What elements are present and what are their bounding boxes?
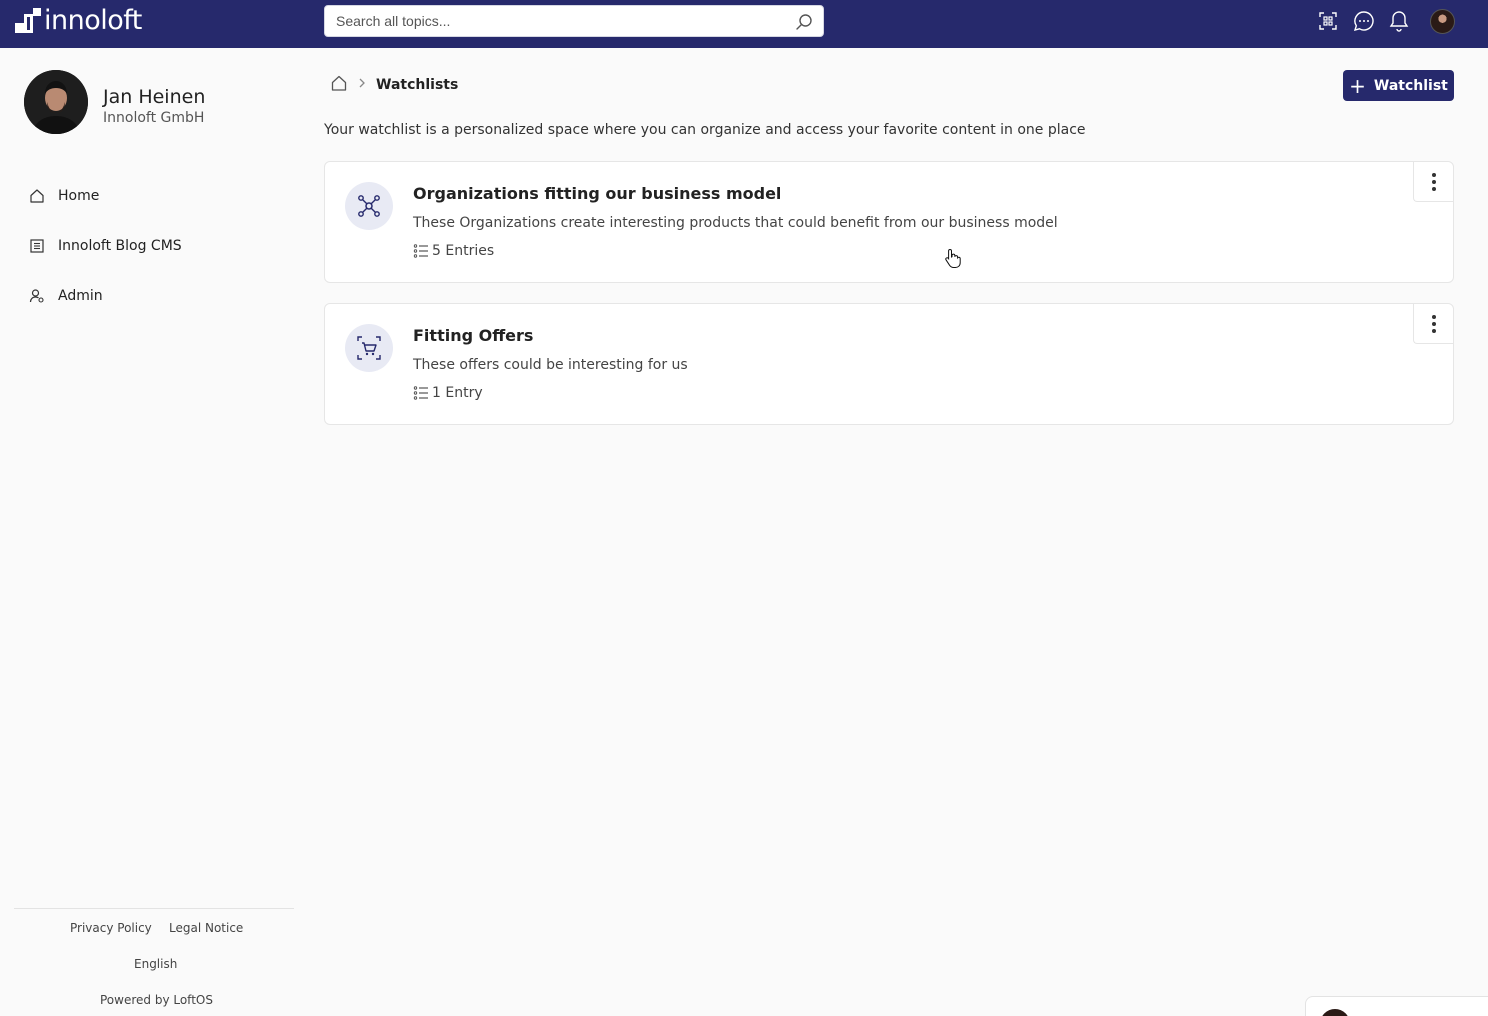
watchlist-card[interactable]: Organizations fitting our business model… xyxy=(324,161,1454,283)
top-navbar: innoloft xyxy=(0,0,1488,48)
sidebar-item-label: Home xyxy=(58,188,100,204)
chat-widget[interactable] xyxy=(1305,996,1488,1016)
plus-icon: + xyxy=(1349,73,1366,98)
entry-count-label: 1 Entry xyxy=(432,385,483,401)
legal-notice-link[interactable]: Legal Notice xyxy=(169,921,243,935)
brand-name: innoloft xyxy=(44,5,142,36)
privacy-policy-link[interactable]: Privacy Policy xyxy=(70,921,152,935)
chat-icon[interactable] xyxy=(1353,10,1375,32)
sidebar-item-label: Admin xyxy=(58,288,103,304)
add-watchlist-button[interactable]: + Watchlist xyxy=(1343,70,1454,101)
user-avatar[interactable] xyxy=(1430,9,1455,34)
document-icon xyxy=(28,237,46,255)
sidebar-item-home[interactable]: Home xyxy=(28,184,99,208)
add-watchlist-label: Watchlist xyxy=(1373,77,1448,94)
search-bar[interactable] xyxy=(324,5,824,37)
list-icon xyxy=(413,244,428,258)
watchlist-intro-text: Your watchlist is a personalized space w… xyxy=(324,122,1086,138)
watchlist-title[interactable]: Fitting Offers xyxy=(413,326,533,345)
powered-by-text: Powered by LoftOS xyxy=(100,993,213,1007)
network-icon xyxy=(345,182,393,230)
cart-icon xyxy=(345,324,393,372)
watchlist-description: These offers could be interesting for us xyxy=(413,357,688,373)
sidebar-item-label: Innoloft Blog CMS xyxy=(58,238,182,254)
admin-user-icon xyxy=(28,287,46,305)
avatar xyxy=(1320,1009,1350,1016)
sidebar-item-admin[interactable]: Admin xyxy=(28,284,103,308)
watchlist-description: These Organizations create interesting p… xyxy=(413,215,1058,231)
profile-avatar[interactable] xyxy=(24,70,88,134)
kebab-menu-icon xyxy=(1431,314,1436,333)
home-icon[interactable] xyxy=(330,74,348,97)
breadcrumb-current: Watchlists xyxy=(376,77,459,93)
profile-organization: Innoloft GmbH xyxy=(103,110,205,126)
bell-icon[interactable] xyxy=(1388,10,1410,32)
profile-name: Jan Heinen xyxy=(103,86,206,108)
logo-mark-icon xyxy=(15,8,41,33)
hand-cursor-icon xyxy=(945,248,961,268)
watchlist-title[interactable]: Organizations fitting our business model xyxy=(413,184,781,203)
innoloft-logo[interactable]: innoloft xyxy=(14,6,142,36)
breadcrumb: Watchlists xyxy=(330,74,458,96)
sidebar-item-blog-cms[interactable]: Innoloft Blog CMS xyxy=(28,234,182,258)
sidebar-divider xyxy=(14,908,294,909)
more-options-button[interactable] xyxy=(1413,162,1453,202)
qr-scan-icon[interactable] xyxy=(1317,10,1339,32)
entry-count-label: 5 Entries xyxy=(432,243,495,259)
home-icon xyxy=(28,187,46,205)
kebab-menu-icon xyxy=(1431,172,1436,191)
watchlist-card[interactable]: Fitting Offers These offers could be int… xyxy=(324,303,1454,425)
search-input[interactable] xyxy=(325,6,765,36)
language-selector[interactable]: English xyxy=(134,957,177,971)
more-options-button[interactable] xyxy=(1413,304,1453,344)
chevron-right-icon xyxy=(358,76,366,94)
search-icon[interactable] xyxy=(795,13,813,31)
list-icon xyxy=(413,386,428,400)
watchlist-entry-count: 1 Entry xyxy=(413,385,483,401)
watchlist-entry-count: 5 Entries xyxy=(413,243,494,259)
